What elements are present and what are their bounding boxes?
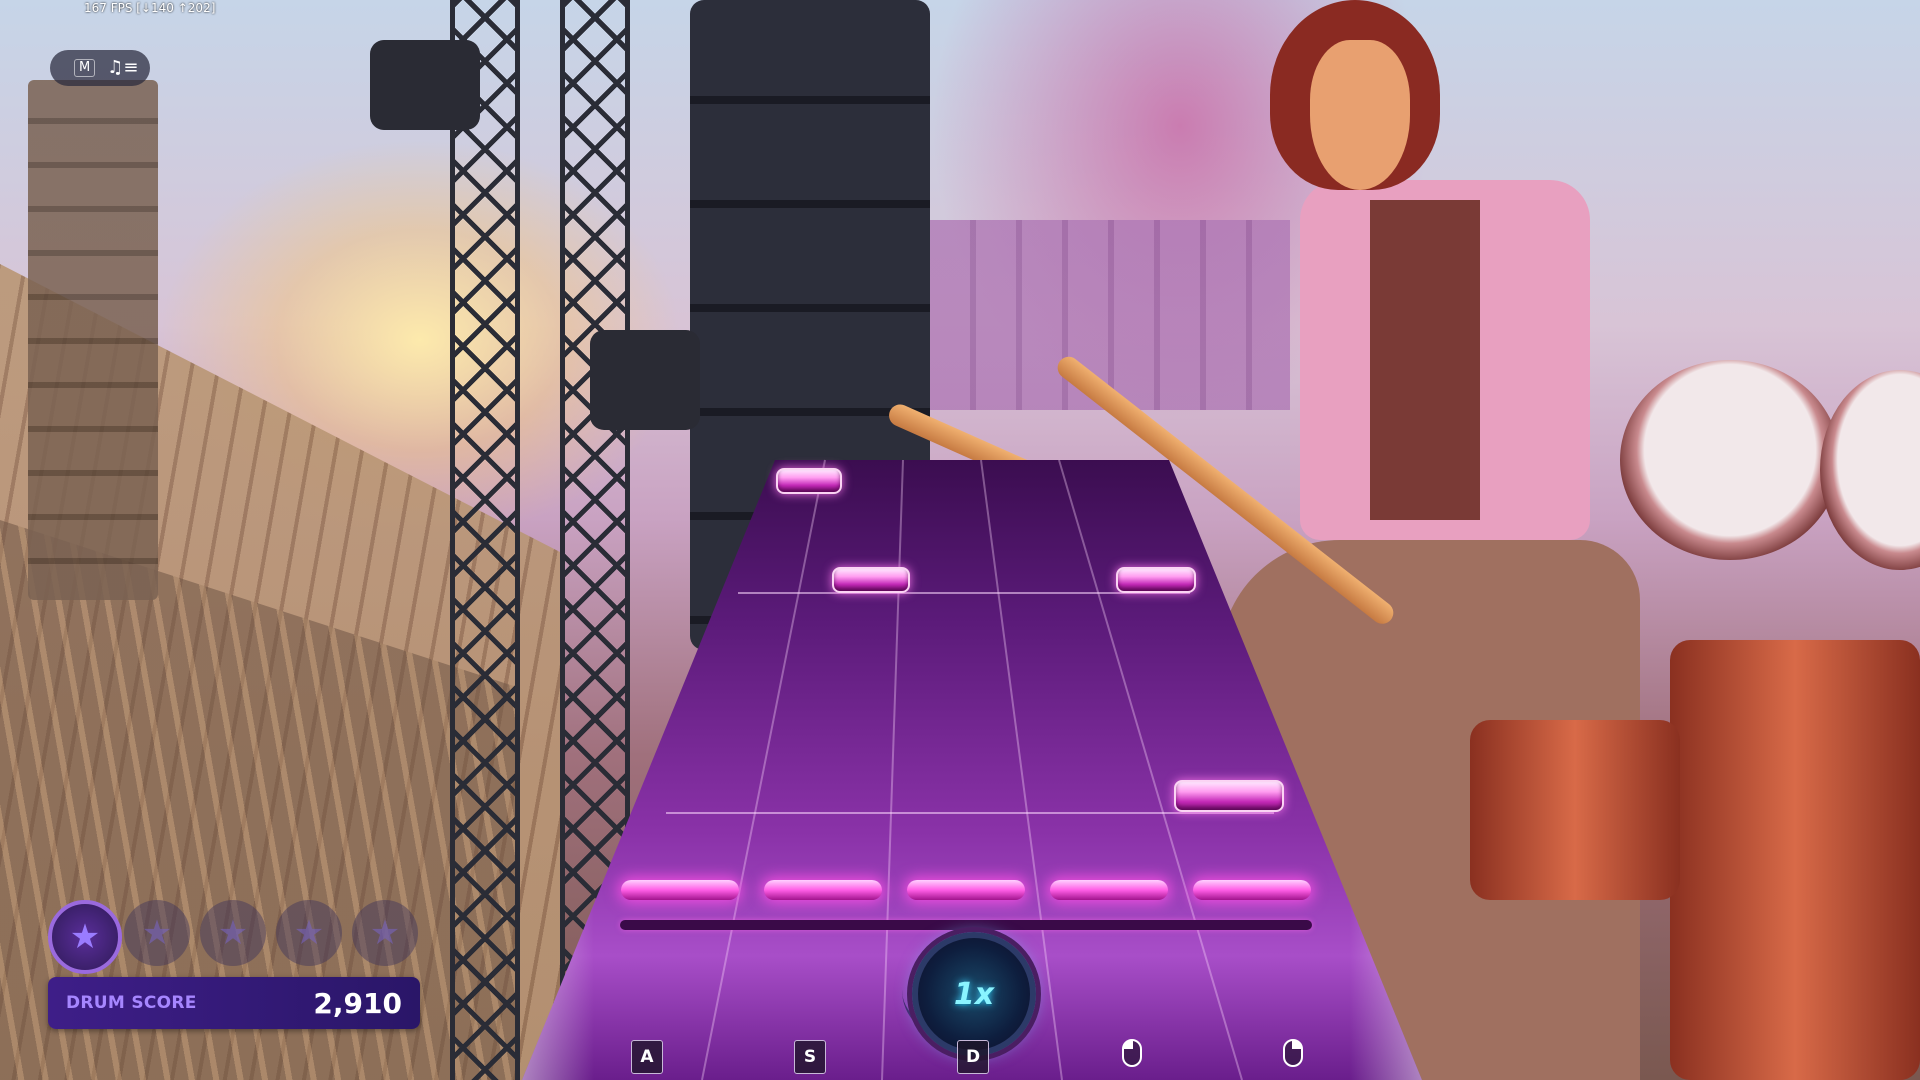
lane-key-a: A bbox=[631, 1040, 663, 1074]
lane-target-4 bbox=[1050, 880, 1168, 900]
lane-target-3 bbox=[907, 880, 1025, 900]
star-icon: ★ bbox=[352, 900, 418, 966]
strike-bar bbox=[620, 920, 1312, 930]
note-gem bbox=[1116, 567, 1196, 593]
score-label: DRUM SCORE bbox=[66, 993, 197, 1013]
stage-light-top bbox=[370, 40, 480, 130]
drum-score-panel: DRUM SCORE 2,910 bbox=[48, 977, 420, 1029]
floor-tom bbox=[1670, 640, 1920, 1080]
score-multiplier: 1x bbox=[912, 932, 1036, 1056]
note-gem bbox=[776, 468, 842, 494]
mode-key: M bbox=[74, 59, 96, 77]
tom-drum bbox=[1620, 360, 1840, 560]
music-notes-icon: ♫≡ bbox=[107, 57, 139, 78]
star-icon: ★ bbox=[48, 900, 122, 974]
note-gem bbox=[832, 567, 910, 593]
star-icon: ★ bbox=[200, 900, 266, 966]
lane-target-2 bbox=[764, 880, 882, 900]
snare-drum-body bbox=[1470, 720, 1680, 900]
drummer-face bbox=[1310, 40, 1410, 190]
star-icon: ★ bbox=[124, 900, 190, 966]
note-gem bbox=[1174, 780, 1284, 812]
multiplier-value: 1x bbox=[953, 976, 995, 1012]
tom-drum-right bbox=[1820, 370, 1920, 570]
left-speaker-column bbox=[28, 80, 158, 600]
score-value: 2,910 bbox=[313, 986, 402, 1020]
star-icon: ★ bbox=[276, 900, 342, 966]
left-mouse-icon bbox=[1122, 1039, 1142, 1067]
lane-key-d: D bbox=[957, 1040, 989, 1074]
mode-toggle[interactable]: M ♫≡ bbox=[50, 50, 150, 86]
lane-target-5 bbox=[1193, 880, 1311, 900]
right-mouse-icon bbox=[1283, 1039, 1303, 1067]
lane-key-s: S bbox=[794, 1040, 826, 1074]
stage-truss-left bbox=[450, 0, 520, 1080]
stage-light-mid bbox=[590, 330, 700, 430]
star-progress: ★ ★ ★ ★ ★ bbox=[48, 900, 428, 974]
fps-counter: 167 FPS [↓140 ↑202] bbox=[84, 1, 216, 15]
lane-target-1 bbox=[621, 880, 739, 900]
drummer-shirt bbox=[1370, 200, 1480, 520]
